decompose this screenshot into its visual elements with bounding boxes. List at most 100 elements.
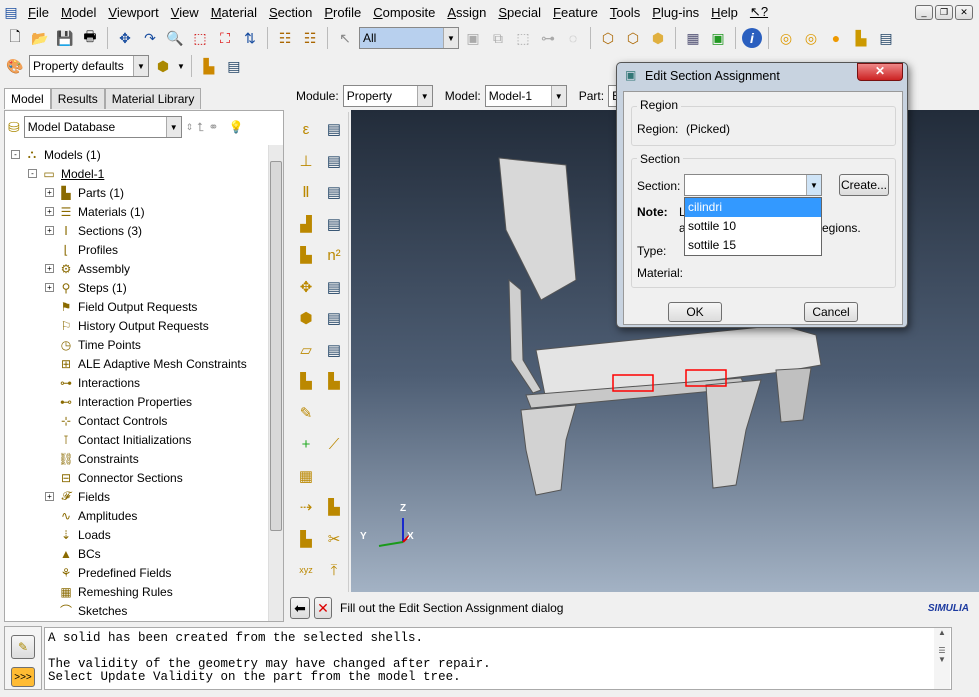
manager-icon[interactable]: ▤ (321, 274, 347, 300)
ladder-icon[interactable]: ☷ (274, 27, 296, 49)
back-arrow-icon[interactable]: ⬅ (290, 597, 310, 619)
print-icon[interactable]: 🖶 (79, 27, 101, 49)
table-icon[interactable]: ▤ (223, 55, 245, 77)
help-pointer-button[interactable]: ↖? (744, 4, 774, 20)
tree-item[interactable]: ⌊ Profiles (45, 240, 118, 259)
tree-item[interactable]: ⚐ History Output Requests (45, 316, 209, 335)
tab-results[interactable]: Results (50, 88, 105, 109)
drag-shape-icon[interactable]: ⬚ (512, 27, 534, 49)
tool-icon[interactable]: ▙ (293, 526, 319, 552)
tree-item[interactable]: - ⛬ Models (1) (11, 145, 101, 164)
sphere-icon[interactable]: ● (825, 27, 847, 49)
tree-scrollbar[interactable] (268, 145, 283, 621)
open-icon[interactable]: 📂 (29, 27, 51, 49)
tool-icon[interactable]: Ⅱ (293, 179, 319, 205)
minimize-button[interactable]: _ (915, 4, 933, 20)
expand-icon[interactable]: + (45, 264, 54, 273)
cancel-button[interactable]: Cancel (804, 302, 858, 322)
tree-item[interactable]: + 𝓕 Fields (45, 487, 110, 506)
expand-icon[interactable]: + (45, 207, 54, 216)
tool-icon[interactable]: ▙ (293, 368, 319, 394)
mesh-icon[interactable]: ▦ (682, 27, 704, 49)
model-combo[interactable]: Model-1 ▼ (484, 85, 567, 107)
new-icon[interactable]: 🗋 (4, 27, 26, 49)
dropdown-option[interactable]: sottile 15 (685, 236, 821, 255)
lightbulb-icon[interactable]: 💡 (228, 120, 243, 134)
menu-profile[interactable]: Profile (318, 5, 367, 20)
tree-item[interactable]: ⊞ ALE Adaptive Mesh Constraints (45, 354, 247, 373)
tool-icon[interactable]: ⬢ (293, 305, 319, 331)
table-icon[interactable]: ▤ (875, 27, 897, 49)
tree-item[interactable]: + ▙ Parts (1) (45, 183, 124, 202)
manager-icon[interactable]: ▤ (321, 116, 347, 142)
manager-icon[interactable]: ▤ (321, 148, 347, 174)
selection-filter-combo[interactable]: All ▼ (359, 27, 459, 49)
tree-item[interactable]: ⚘ Predefined Fields (45, 563, 172, 582)
tree-item[interactable]: + ☰ Materials (1) (45, 202, 145, 221)
tree-item[interactable]: ∿ Amplitudes (45, 506, 137, 525)
expand-icon[interactable]: + (45, 283, 54, 292)
expand-icon[interactable]: + (45, 492, 54, 501)
expand-icon[interactable]: + (45, 188, 54, 197)
message-scrollbar[interactable]: ▲ ☰ ▼ (934, 628, 950, 689)
select-arrow-icon[interactable]: ↖ (334, 27, 356, 49)
tool-icon[interactable]: ✎ (293, 400, 319, 426)
manager-icon[interactable]: ▤ (321, 337, 347, 363)
tree-item[interactable]: ⊶ Interactions (45, 373, 140, 392)
tool-icon[interactable]: ▱ (293, 337, 319, 363)
manager-icon[interactable]: ▤ (321, 211, 347, 237)
scrollbar-thumb[interactable] (270, 161, 282, 531)
tree-item[interactable]: ⊟ Connector Sections (45, 468, 183, 487)
hidden-line-icon[interactable]: ⬡ (622, 27, 644, 49)
boolean-icon[interactable]: ◎ (775, 27, 797, 49)
tree-item[interactable]: ⚑ Field Output Requests (45, 297, 198, 316)
menu-viewport[interactable]: Viewport (102, 5, 164, 20)
selection-method-icon[interactable]: ⊶ (537, 27, 559, 49)
menu-model[interactable]: Model (55, 5, 102, 20)
tool-icon[interactable]: ▦ (293, 463, 319, 489)
tree-item[interactable]: - ▭ Model-1 (28, 164, 104, 183)
mesh-green-icon[interactable]: ▣ (707, 27, 729, 49)
app-icon[interactable]: ▤ (0, 1, 22, 23)
tab-model[interactable]: Model (4, 88, 51, 109)
tree-item[interactable]: + ⚲ Steps (1) (45, 278, 127, 297)
dropdown-option[interactable]: cilindri (685, 198, 821, 217)
expand-icon[interactable]: + (45, 226, 54, 235)
menu-help[interactable]: Help (705, 5, 744, 20)
cancel-x-icon[interactable]: ✕ (314, 597, 332, 619)
tree-item[interactable]: ⇣ Loads (45, 525, 111, 544)
collapse-icon[interactable]: - (28, 169, 37, 178)
cube-icon[interactable]: ⬢ (152, 55, 174, 77)
python-prompt-icon[interactable]: >>> (11, 667, 35, 687)
tool-icon[interactable]: ⟋ (321, 431, 347, 457)
module-combo[interactable]: Property ▼ (342, 85, 433, 107)
boolean2-icon[interactable]: ◎ (800, 27, 822, 49)
rotate-icon[interactable]: ↷ (139, 27, 161, 49)
menu-composite[interactable]: Composite (367, 5, 441, 20)
up-down-icon[interactable]: ⇕ (186, 122, 194, 133)
box-zoom-icon[interactable]: ⬚ (189, 27, 211, 49)
bar-icon[interactable]: ▙ (850, 27, 872, 49)
restore-button[interactable]: ❐ (935, 4, 953, 20)
tab-material-library[interactable]: Material Library (104, 88, 202, 109)
tree-item[interactable]: ▲ BCs (45, 544, 101, 563)
section-cut-icon[interactable]: ▙ (198, 55, 220, 77)
tree-item[interactable]: + ⚙ Assembly (45, 259, 130, 278)
ladder2-icon[interactable]: ☷ (299, 27, 321, 49)
filter-icon[interactable]: ⚭ (208, 120, 218, 134)
render-style-combo[interactable]: Property defaults ▼ (29, 55, 149, 77)
save-icon[interactable]: 💾 (54, 27, 76, 49)
auto-fit-icon[interactable]: ⛶ (214, 27, 236, 49)
tool-icon[interactable]: ▙ (321, 494, 347, 520)
pan-icon[interactable]: ✥ (114, 27, 136, 49)
menu-assign[interactable]: Assign (441, 5, 492, 20)
dropdown-option[interactable]: sottile 10 (685, 217, 821, 236)
tool-icon[interactable]: ⊥ (293, 148, 319, 174)
message-area-icon[interactable]: ✎ (11, 635, 35, 659)
tool-icon[interactable]: ✥ (293, 274, 319, 300)
menu-section[interactable]: Section (263, 5, 318, 20)
menu-tools[interactable]: Tools (604, 5, 646, 20)
dialog-close-button[interactable]: ✕ (857, 63, 903, 81)
tool-icon[interactable]: ⇢ (293, 494, 319, 520)
tree-item[interactable]: ◷ Time Points (45, 335, 141, 354)
